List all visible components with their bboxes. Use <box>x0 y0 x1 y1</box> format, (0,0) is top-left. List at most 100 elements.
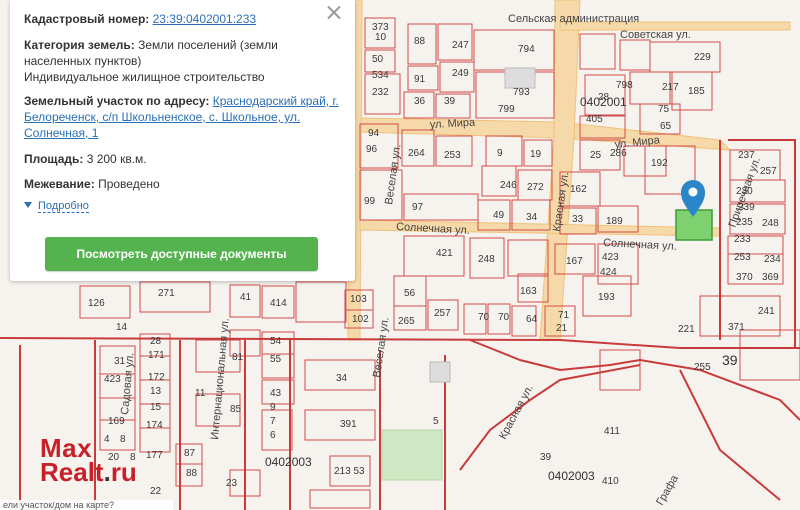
plot-number: 265 <box>398 316 415 327</box>
plot-number: 369 <box>762 272 779 283</box>
plot-number: 794 <box>518 44 535 55</box>
details-toggle[interactable]: Подробно <box>24 200 89 213</box>
logo-line-2: Realt.ru <box>40 457 137 487</box>
plot-number: 174 <box>146 420 163 431</box>
plot-number: 286 <box>610 148 627 159</box>
plot-number: 25 <box>590 150 602 161</box>
plot-number: 213 53 <box>334 466 365 477</box>
plot-number: 185 <box>688 86 705 97</box>
plot-number: 15 <box>150 402 162 413</box>
details-label: Подробно <box>38 200 89 213</box>
plot-number: 39 <box>444 96 456 107</box>
street-mira-west: ул. Мира <box>430 117 477 131</box>
plot-number: 126 <box>88 298 105 309</box>
plot-number: 50 <box>372 54 384 65</box>
category-row: Категория земель: Земли поселений (земли… <box>24 37 343 85</box>
plot-number: 54 <box>270 336 282 347</box>
plot-number: 103 <box>350 294 367 305</box>
plot-number: 248 <box>762 218 779 229</box>
plot-number: 81 <box>232 352 244 363</box>
plot-number: 239 <box>738 202 755 213</box>
area-label: Площадь: <box>24 152 84 166</box>
plot-number: 13 <box>150 386 162 397</box>
plot-number: 99 <box>364 196 376 207</box>
plot-number: 233 <box>734 234 751 245</box>
survey-label: Межевание: <box>24 177 95 191</box>
area-row: Площадь: 3 200 кв.м. <box>24 151 343 167</box>
logo-part-ru: ru <box>110 457 137 487</box>
plot-number: 167 <box>566 256 583 267</box>
plot-number: 271 <box>158 288 175 299</box>
plot-number: 248 <box>478 254 495 265</box>
plot-number: 257 <box>760 166 777 177</box>
plot-number: 424 <box>600 267 617 278</box>
plot-number: 171 <box>148 350 165 361</box>
street-sovetskaya: Советская ул. <box>620 29 691 41</box>
plot-number: 249 <box>452 68 469 79</box>
parcel-info-panel: Кадастровый номер: 23:39:0402001:233 Кат… <box>10 0 355 281</box>
plot-number: 798 <box>616 80 633 91</box>
plot-number: 102 <box>352 314 369 325</box>
plot-number: 28 <box>150 336 162 347</box>
plot-number: 56 <box>404 288 416 299</box>
plot-number: 49 <box>493 210 505 221</box>
plot-number: 241 <box>758 306 775 317</box>
plot-number: 257 <box>434 308 451 319</box>
plot-number: 31 <box>114 356 126 367</box>
block-number: 5 <box>433 416 439 427</box>
plot-number: 423 <box>104 374 121 385</box>
plot-number: 221 <box>678 324 695 335</box>
plot-number: 28 <box>598 92 610 103</box>
address-row: Земельный участок по адресу: Краснодарск… <box>24 93 343 141</box>
street-admin: Сельская администрация <box>508 13 639 25</box>
plot-number: 85 <box>230 404 242 415</box>
plot-number: 19 <box>530 149 542 160</box>
plot-number: 55 <box>270 354 282 365</box>
logo-dot: . <box>103 457 111 487</box>
plot-number: 172 <box>148 372 165 383</box>
plot-number: 34 <box>526 212 538 223</box>
plot-number: 177 <box>146 450 163 461</box>
plot-number: 97 <box>412 202 424 213</box>
maxrealt-logo[interactable]: Max Realt.ru <box>40 435 137 487</box>
plot-number: 799 <box>498 104 515 115</box>
plot-number: 64 <box>526 314 538 325</box>
plot-number: 410 <box>602 476 619 487</box>
plot-number: 189 <box>606 216 623 227</box>
plot-number: 14 <box>116 322 128 333</box>
plot-number: 65 <box>660 121 672 132</box>
plot-number: 192 <box>651 158 668 169</box>
cadastral-row: Кадастровый номер: 23:39:0402001:233 <box>24 11 343 27</box>
plot-number: 162 <box>570 184 587 195</box>
plot-number: 405 <box>586 114 603 125</box>
bottom-hint[interactable]: ели участок/дом на карте? <box>0 500 173 510</box>
plot-number: 255 <box>694 362 711 373</box>
park-area <box>381 429 443 481</box>
plot-number: 253 <box>444 150 461 161</box>
block-number: 391 <box>340 419 357 430</box>
quarter-number: 0402003 <box>548 469 595 483</box>
plot-number: 246 <box>500 180 517 191</box>
plot-number: 6 <box>270 430 276 441</box>
cadastral-link[interactable]: 23:39:0402001:233 <box>153 12 256 26</box>
quarter-number: 0402003 <box>265 455 312 469</box>
plot-number: 232 <box>372 87 389 98</box>
cadastral-label: Кадастровый номер: <box>24 12 150 26</box>
plot-number: 7 <box>270 416 276 427</box>
plot-number: 41 <box>240 292 252 303</box>
plot-number: 217 <box>662 82 679 93</box>
plot-number: 264 <box>408 148 425 159</box>
plot-number: 71 <box>558 310 570 321</box>
block-number: 34 <box>336 373 348 384</box>
plot-number: 421 <box>436 248 453 259</box>
plot-number: 411 <box>604 426 620 437</box>
survey-row: Межевание: Проведено <box>24 176 343 192</box>
plot-number: 9 <box>270 402 276 413</box>
address-label: Земельный участок по адресу: <box>24 94 210 108</box>
plot-number: 88 <box>186 468 198 479</box>
view-documents-button[interactable]: Посмотреть доступные документы <box>45 237 318 271</box>
plot-number: 70 <box>478 312 490 323</box>
plot-number: 9 <box>497 148 503 159</box>
plot-number: 169 <box>108 416 125 427</box>
plot-number: 230 <box>736 186 753 197</box>
